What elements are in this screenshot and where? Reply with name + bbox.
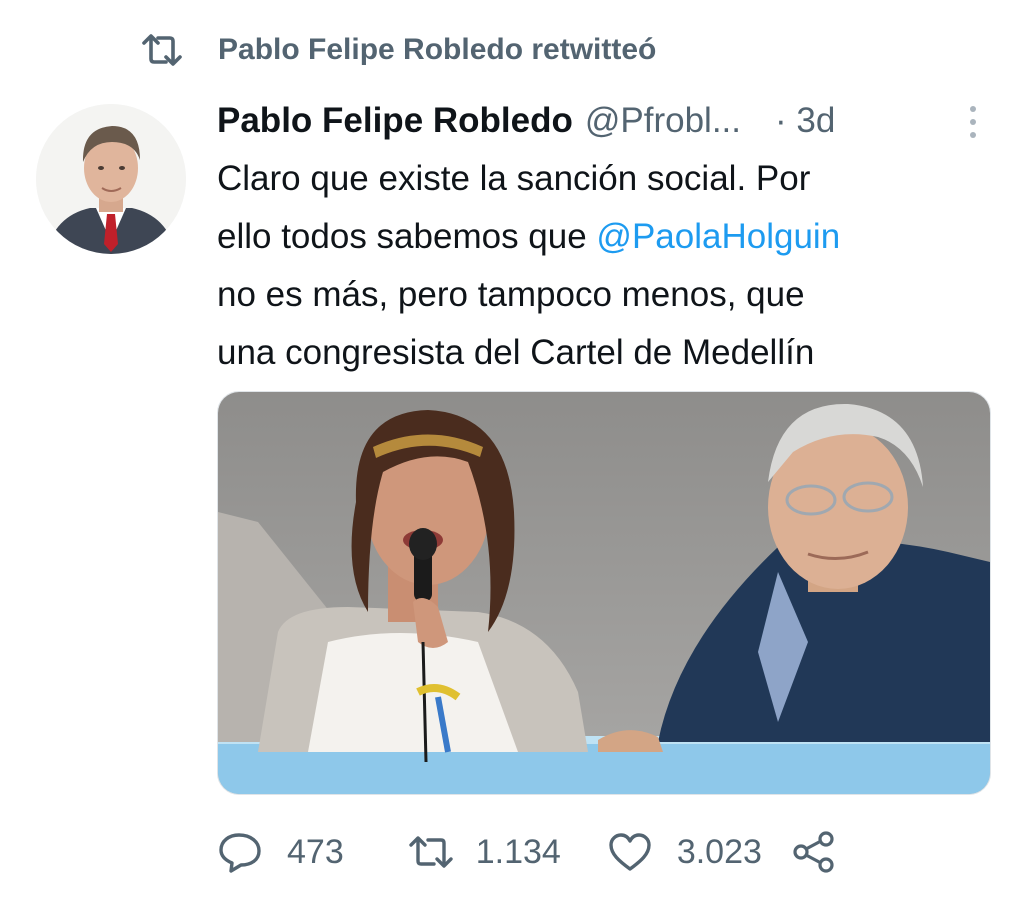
retweet-button[interactable]: 1.134 [406, 832, 561, 872]
tweet-content: Pablo Felipe Robledo @Pfrobl... · 3d Cla… [217, 92, 997, 382]
tweet-actions: 473 1.134 3.023 [217, 822, 836, 882]
retweet-context[interactable]: Pablo Felipe Robledo retwitteó [140, 28, 656, 72]
retweet-icon [140, 30, 188, 70]
like-count: 3.023 [676, 832, 762, 871]
share-icon [792, 830, 836, 874]
retweet-icon [406, 832, 456, 872]
like-button[interactable]: 3.023 [607, 831, 762, 873]
share-button[interactable] [792, 830, 836, 874]
tweet-text: Claro que existe la sanción social. Por … [217, 150, 992, 382]
reply-count: 473 [287, 832, 344, 871]
reply-icon [217, 831, 263, 873]
retweet-label[interactable]: Pablo Felipe Robledo retwitteó [218, 33, 656, 67]
tweet-text-line: Claro que existe la sanción social. Por [217, 159, 811, 198]
tweet-text-fragment: ello todos sabemos que [217, 217, 597, 256]
author-handle[interactable]: @Pfrobl... [585, 101, 741, 141]
tweet-text-line: ello todos sabemos que @PaolaHolguin [217, 208, 992, 266]
reply-button[interactable]: 473 [217, 831, 344, 873]
more-options-icon[interactable] [961, 100, 985, 144]
tweet-text-line: no es más, pero tampoco menos, que [217, 275, 805, 314]
heart-icon [607, 831, 653, 873]
retweet-count: 1.134 [475, 832, 561, 871]
mention-link[interactable]: @PaolaHolguin [596, 217, 840, 256]
tweet-time[interactable]: · 3d [775, 101, 835, 141]
tweet-text-line: una congresista del Cartel de Medellín [217, 333, 815, 372]
tweet-photo[interactable] [217, 391, 991, 795]
author-name[interactable]: Pablo Felipe Robledo [217, 101, 573, 141]
tweet-header: Pablo Felipe Robledo @Pfrobl... · 3d [217, 92, 997, 150]
tweet[interactable]: Pablo Felipe Robledo retwitteó Pablo Fel… [0, 0, 1024, 910]
avatar[interactable] [36, 104, 186, 254]
